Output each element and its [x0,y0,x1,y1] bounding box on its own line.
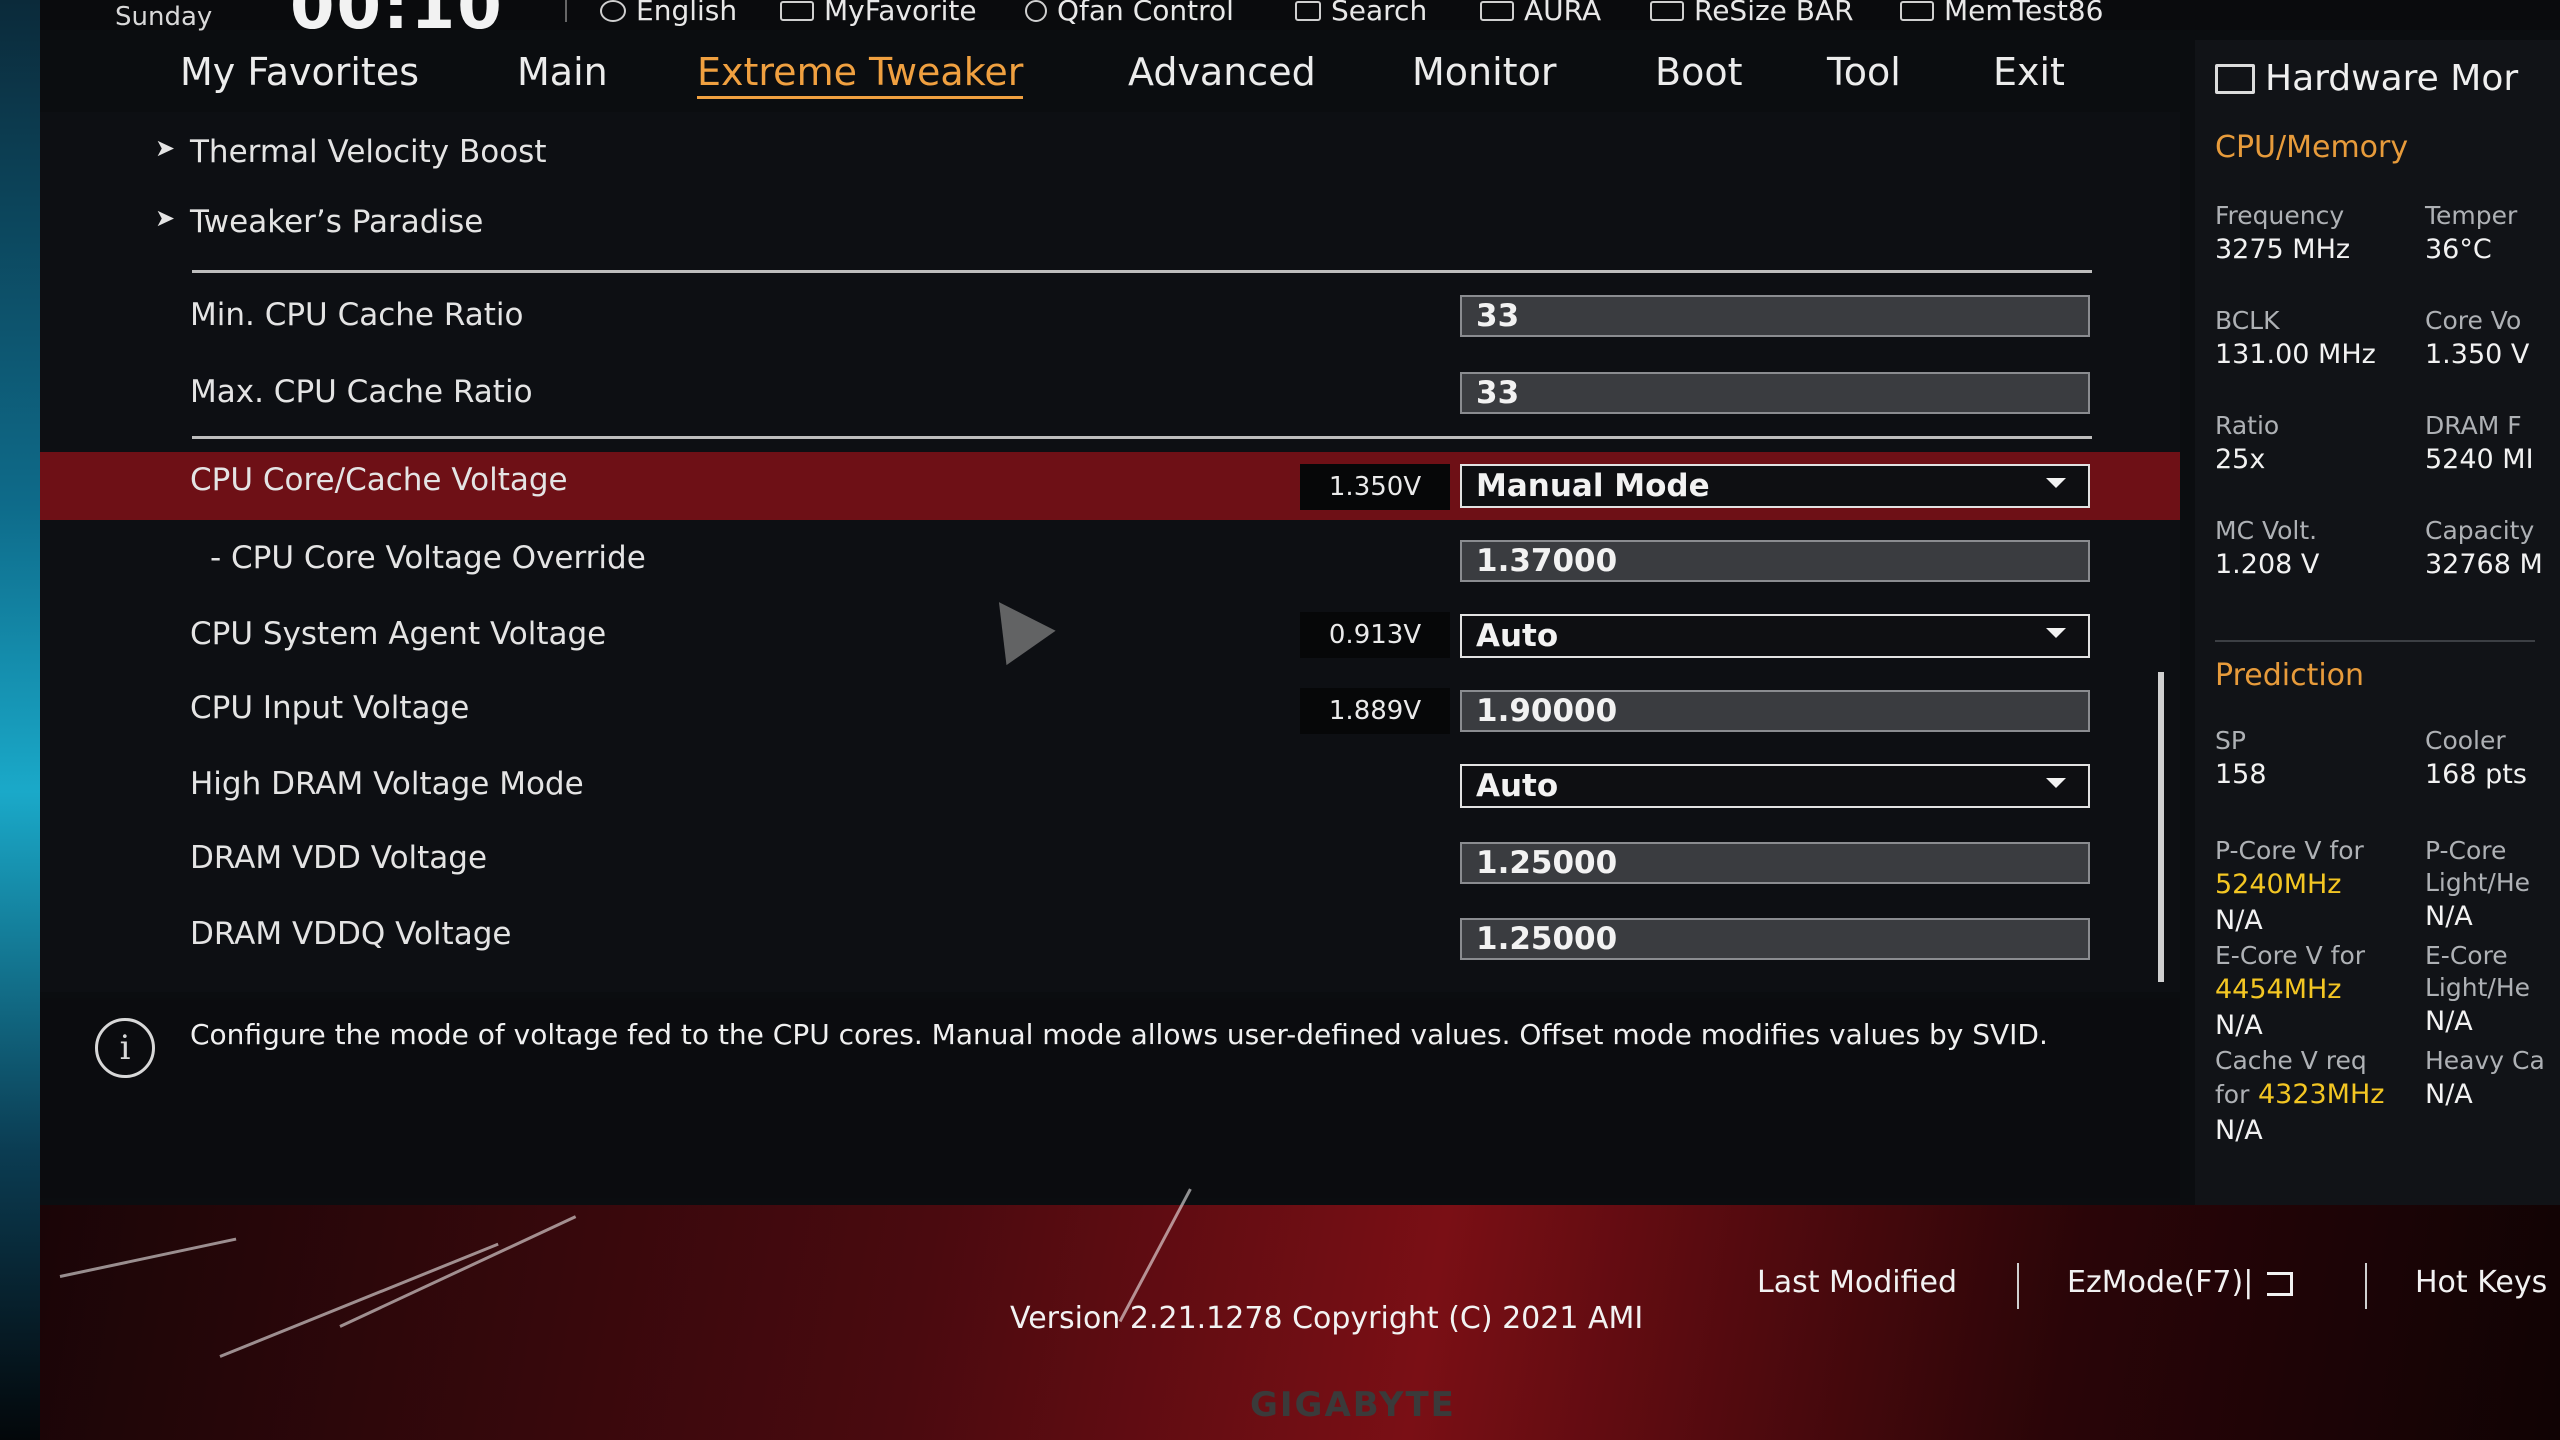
dram-vdd-voltage-input[interactable]: 1.25000 [1460,842,2090,884]
monitor-bezel [0,0,40,1440]
submenu-thermal-velocity-boost[interactable]: ➤ Thermal Velocity Boost [40,124,2180,186]
tab-extreme-tweaker[interactable]: Extreme Tweaker [697,50,1024,99]
myfavorite-button[interactable]: MyFavorite [780,0,977,27]
hot-keys-button[interactable]: Hot Keys [2415,1265,2547,1300]
row-min-cpu-cache-ratio: Min. CPU Cache Ratio 33 [40,287,2180,349]
submenu-tweakers-paradise[interactable]: ➤ Tweaker’s Paradise [40,194,2180,256]
ezmode-button[interactable]: EzMode(F7)| [2067,1265,2293,1300]
qfan-control-button[interactable]: Qfan Control [1025,0,1234,27]
hw-frequency: Frequency 3275 MHz [2215,201,2351,265]
scrollbar[interactable] [2158,672,2164,982]
memtest86-button[interactable]: MemTest86 [1900,0,2103,27]
cpu-input-voltage-input[interactable]: 1.90000 [1460,690,2090,732]
section-divider [192,270,2092,273]
cpu-core-cache-voltage-select[interactable]: Manual Mode [1460,464,2090,508]
memtest-icon [1900,0,1934,21]
row-cpu-core-voltage-override: - CPU Core Voltage Override 1.37000 [40,530,2180,592]
footer-separator [2365,1263,2367,1309]
hw-divider [2215,640,2535,642]
row-dram-vddq-voltage: DRAM VDDQ Voltage 1.25000 [40,906,2180,968]
resize-bar-button[interactable]: ReSize BAR [1650,0,1854,27]
aura-icon [1480,0,1514,21]
globe-icon [600,0,626,22]
tab-main[interactable]: Main [517,50,608,94]
current-voltage-readout: 0.913V [1300,612,1450,658]
tab-tool[interactable]: Tool [1827,50,1901,94]
max-cpu-cache-ratio-input[interactable]: 33 [1460,372,2090,414]
monitor-icon [2215,63,2255,94]
exit-arrow-icon [2266,1271,2293,1296]
chevron-down-icon [2046,778,2066,788]
language-button[interactable]: English [600,0,737,27]
hw-ecore-v: E-Core V for 4454MHz N/A [2215,941,2366,1041]
row-cpu-system-agent-voltage: CPU System Agent Voltage 0.913V Auto [40,606,2180,668]
decor-slash [219,1242,499,1358]
row-high-dram-voltage-mode: High DRAM Voltage Mode Auto [40,756,2180,818]
hw-capacity: Capacity 32768 M [2425,516,2543,580]
hw-cache-v: Cache V req for 4323MHz N/A [2215,1046,2385,1146]
cpu-core-voltage-override-input[interactable]: 1.37000 [1460,540,2090,582]
top-bar: Sunday 00:10 English MyFavorite Qfan Con… [40,0,2560,44]
hw-cooler: Cooler 168 pts [2425,726,2527,790]
high-dram-voltage-mode-select[interactable]: Auto [1460,764,2090,808]
hw-ecore-light-heavy: E-Core Light/He N/A [2425,941,2530,1037]
search-icon [1295,0,1321,21]
resize-bar-icon [1650,0,1684,21]
aura-button[interactable]: AURA [1480,0,1601,27]
hw-temperature: Temper 36°C [2425,201,2518,265]
hw-dram-frequency: DRAM F 5240 MI [2425,411,2534,475]
section-divider [192,436,2092,439]
settings-panel: ➤ Thermal Velocity Boost ➤ Tweaker’s Par… [40,112,2180,992]
footer-separator [2017,1263,2019,1309]
info-icon: i [95,1018,155,1078]
cpu-system-agent-voltage-select[interactable]: Auto [1460,614,2090,658]
hw-mc-volt: MC Volt. 1.208 V [2215,516,2320,580]
row-max-cpu-cache-ratio: Max. CPU Cache Ratio 33 [40,364,2180,426]
version-text: Version 2.21.1278 Copyright (C) 2021 AMI [1010,1301,1644,1336]
hw-heavy-cache: Heavy Ca N/A [2425,1046,2545,1110]
hw-sp: SP 158 [2215,726,2267,790]
decor-slash [59,1237,237,1278]
tab-advanced[interactable]: Advanced [1128,50,1316,94]
current-voltage-readout: 1.350V [1300,464,1450,510]
tab-monitor[interactable]: Monitor [1412,50,1556,94]
hw-pcore-light-heavy: P-Core Light/He N/A [2425,836,2530,932]
prediction-section-title: Prediction [2215,658,2365,693]
hw-pcore-v: P-Core V for 5240MHz N/A [2215,836,2364,936]
clock: 00:10 [290,0,504,44]
main-menu-tabs: My Favorites Main Extreme Tweaker Advanc… [40,40,2180,110]
min-cpu-cache-ratio-input[interactable]: 33 [1460,295,2090,337]
decor-slash [339,1215,577,1328]
hardware-monitor-title: Hardware Mor [2215,58,2518,99]
monitor-brand-logo: GIGABYTE [1250,1385,1456,1425]
last-modified-button[interactable]: Last Modified [1757,1265,1957,1300]
chevron-down-icon [2046,478,2066,488]
chevron-down-icon [2046,628,2066,638]
tab-exit[interactable]: Exit [1993,50,2065,94]
hw-bclk: BCLK 131.00 MHz [2215,306,2376,370]
current-voltage-readout: 1.889V [1300,688,1450,734]
search-button[interactable]: Search [1295,0,1427,27]
topbar-separator [565,0,567,22]
hw-ratio: Ratio 25x [2215,411,2280,475]
row-cpu-core-cache-voltage[interactable]: CPU Core/Cache Voltage 1.350V Manual Mod… [40,452,2180,520]
fan-icon [1025,0,1047,22]
chevron-right-icon: ➤ [155,134,176,162]
favorite-icon [780,0,814,21]
help-text: Configure the mode of voltage fed to the… [190,1018,2048,1051]
cpu-memory-section-title: CPU/Memory [2215,130,2409,165]
weekday: Sunday [115,2,213,32]
bios-screen: Sunday 00:10 English MyFavorite Qfan Con… [40,0,2560,1440]
chevron-right-icon: ➤ [155,204,176,232]
tab-boot[interactable]: Boot [1655,50,1742,94]
tab-my-favorites[interactable]: My Favorites [180,50,419,94]
help-box: i Configure the mode of voltage fed to t… [40,998,2180,1198]
footer-bar: Version 2.21.1278 Copyright (C) 2021 AMI… [40,1188,2560,1440]
hw-core-voltage: Core Vo 1.350 V [2425,306,2530,370]
dram-vddq-voltage-input[interactable]: 1.25000 [1460,918,2090,960]
row-cpu-input-voltage: CPU Input Voltage 1.889V 1.90000 [40,680,2180,742]
row-dram-vdd-voltage: DRAM VDD Voltage 1.25000 [40,830,2180,892]
hardware-monitor-panel: Hardware Mor CPU/Memory Frequency 3275 M… [2195,40,2560,1220]
